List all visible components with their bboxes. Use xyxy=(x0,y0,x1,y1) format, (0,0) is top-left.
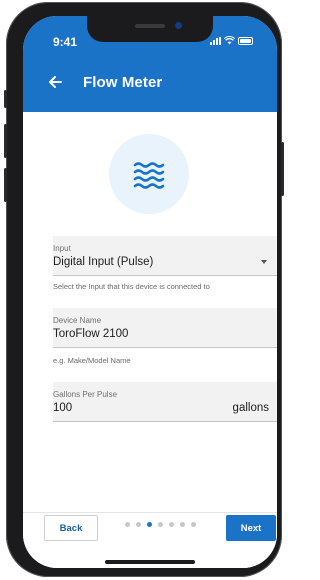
input-select-helper: Select the Input that this device is con… xyxy=(53,282,210,291)
step-dot[interactable] xyxy=(136,522,141,527)
side-button-volume-up xyxy=(4,124,7,158)
side-button-mute xyxy=(4,90,7,108)
gallons-unit-suffix: gallons xyxy=(232,402,269,414)
gallons-per-pulse-field[interactable]: Gallons Per Pulse 100 gallons xyxy=(53,382,277,422)
arrow-left-icon[interactable] xyxy=(45,72,65,92)
step-dot[interactable] xyxy=(125,522,130,527)
status-time: 9:41 xyxy=(53,35,78,49)
input-select[interactable]: Input Digital Input (Pulse) xyxy=(53,236,277,276)
app-header: 9:41 Flow Meter xyxy=(23,16,277,112)
step-dot[interactable] xyxy=(158,522,163,527)
step-dot[interactable] xyxy=(180,522,185,527)
battery-icon xyxy=(238,37,253,45)
gallons-per-pulse-label: Gallons Per Pulse xyxy=(53,390,118,399)
speaker-grille xyxy=(135,24,165,28)
step-dot[interactable] xyxy=(147,522,152,527)
device-name-field[interactable]: Device Name ToroFlow 2100 xyxy=(53,308,277,348)
chevron-down-icon[interactable] xyxy=(261,260,267,264)
front-camera xyxy=(175,22,182,29)
step-dot[interactable] xyxy=(191,522,196,527)
main-content: Input Digital Input (Pulse) Select the I… xyxy=(23,112,277,512)
device-name-value: ToroFlow 2100 xyxy=(53,328,129,340)
side-button-power xyxy=(281,142,284,196)
notch xyxy=(87,16,213,42)
back-button[interactable]: Back xyxy=(44,515,98,541)
page-title: Flow Meter xyxy=(83,74,163,91)
device-name-label: Device Name xyxy=(53,316,102,325)
home-indicator xyxy=(105,560,195,564)
screen: 9:41 Flow Meter Input Digital Input (Pul… xyxy=(23,16,277,568)
wifi-icon xyxy=(224,36,235,45)
phone-frame: 9:41 Flow Meter Input Digital Input (Pul… xyxy=(4,2,284,577)
status-icons xyxy=(210,36,253,45)
input-select-label: Input xyxy=(53,244,71,253)
water-waves-icon xyxy=(133,162,165,189)
step-dot[interactable] xyxy=(169,522,174,527)
step-indicator xyxy=(125,522,196,527)
input-select-value: Digital Input (Pulse) xyxy=(53,256,154,268)
gallons-per-pulse-value: 100 xyxy=(53,402,73,414)
hero-icon-circle xyxy=(109,134,189,214)
device-name-helper: e.g. Make/Model Name xyxy=(53,356,131,365)
signal-icon xyxy=(210,37,221,45)
side-button-volume-down xyxy=(4,168,7,202)
next-button[interactable]: Next xyxy=(226,515,276,541)
